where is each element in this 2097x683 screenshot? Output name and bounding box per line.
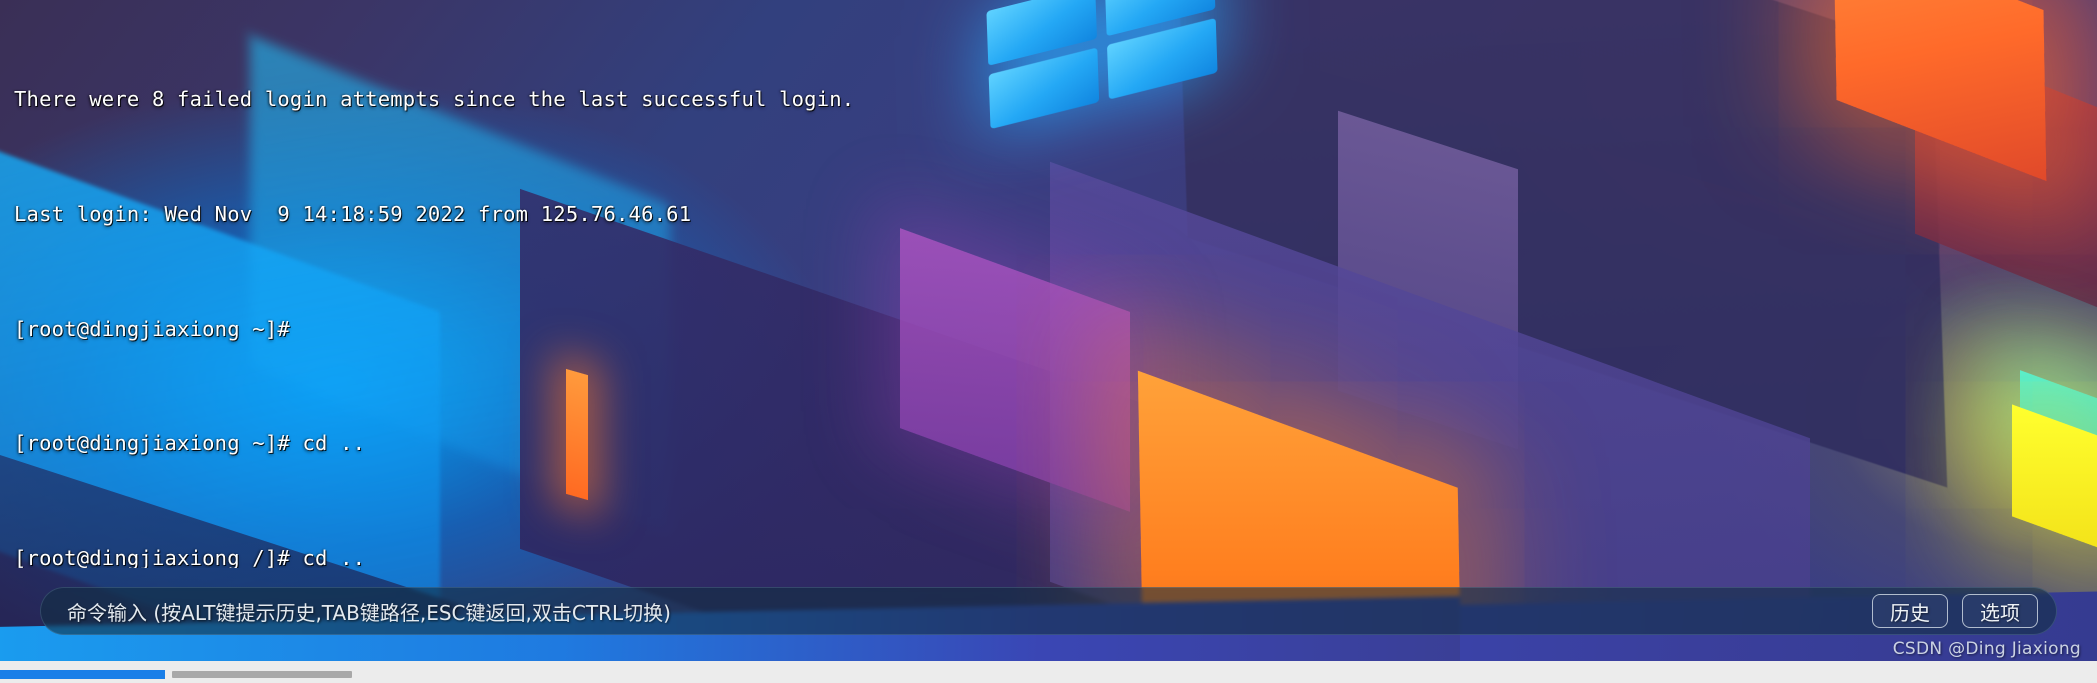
terminal-window: There were 8 failed login attempts since… (0, 0, 2097, 683)
command-bar-buttons: 历史 选项 (1872, 594, 2046, 628)
command-input-bar[interactable]: 命令输入 (按ALT键提示历史,TAB键路径,ESC键返回,双击CTRL切换) … (40, 587, 2057, 635)
terminal-line: There were 8 failed login attempts since… (14, 87, 855, 112)
watermark-label: CSDN @Ding Jiaxiong (1892, 639, 2081, 659)
history-button[interactable]: 历史 (1872, 594, 1948, 628)
bottom-strip (0, 661, 2097, 683)
horizontal-scrollbar-thumb-secondary[interactable] (172, 671, 352, 678)
command-input-placeholder[interactable]: 命令输入 (按ALT键提示历史,TAB键路径,ESC键返回,双击CTRL切换) (67, 597, 1872, 626)
terminal-output[interactable]: There were 8 failed login attempts since… (0, 0, 2097, 568)
options-button[interactable]: 选项 (1962, 594, 2038, 628)
terminal-line: Last login: Wed Nov 9 14:18:59 2022 from… (14, 202, 692, 226)
horizontal-scrollbar-thumb[interactable] (0, 670, 165, 679)
terminal-line: [root@dingjiaxiong ~]# cd .. (14, 431, 366, 456)
terminal-line: [root@dingjiaxiong /]# cd .. (14, 545, 366, 568)
terminal-line: [root@dingjiaxiong ~]# (14, 316, 290, 341)
